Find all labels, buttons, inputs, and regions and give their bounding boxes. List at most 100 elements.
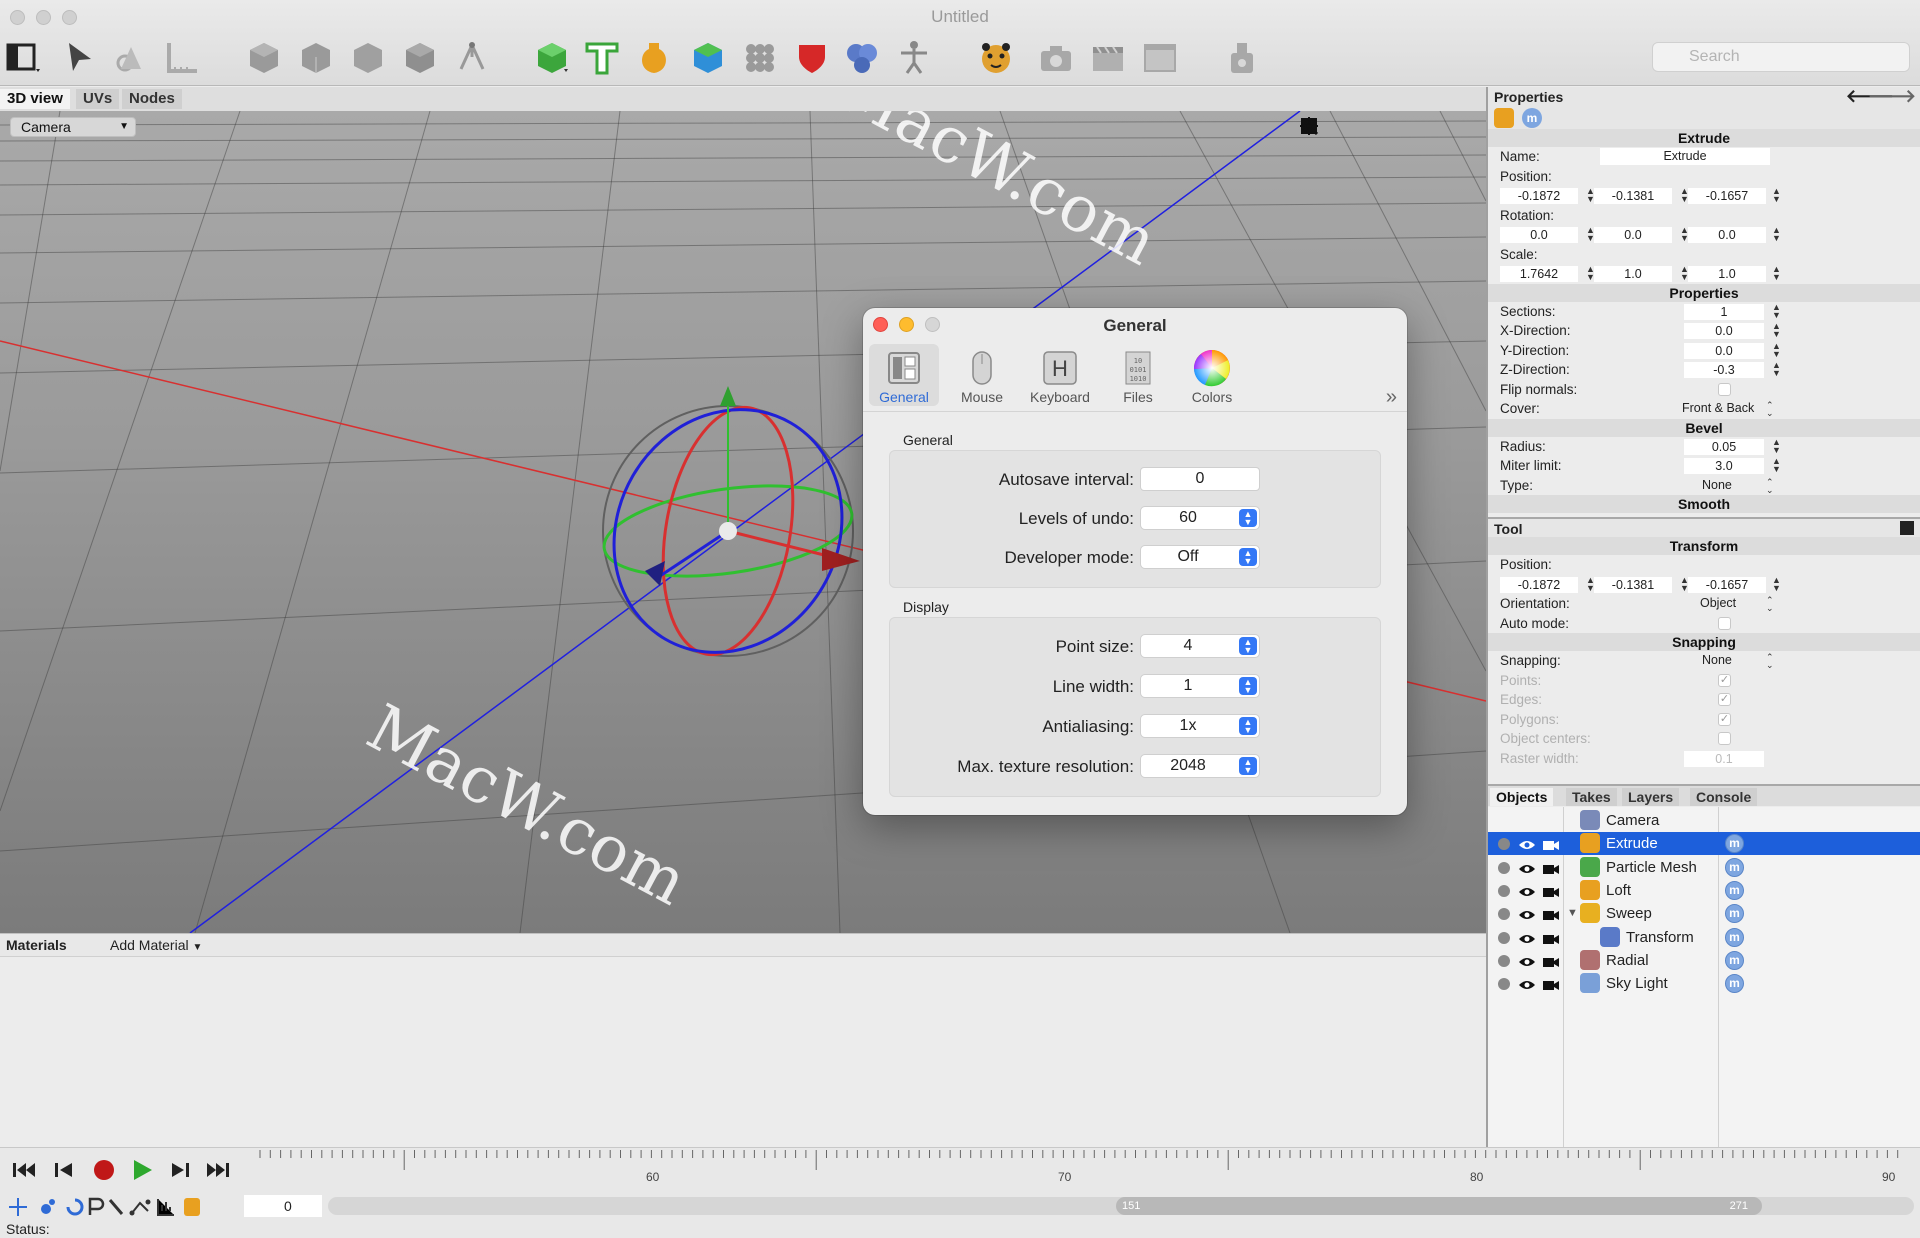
- orientation-select[interactable]: Object: [1700, 594, 1736, 613]
- tab-3d-view[interactable]: 3D view: [0, 89, 70, 109]
- orbit-icon[interactable]: [1301, 117, 1400, 139]
- stepper-icon[interactable]: ▲ ▼: [1586, 575, 1595, 592]
- material-badge-icon[interactable]: m: [1725, 834, 1744, 854]
- sections-field[interactable]: 1: [1684, 303, 1764, 320]
- stepper-icon[interactable]: ▲ ▼: [1772, 187, 1781, 204]
- tab-files[interactable]: 10 0101 1010 Files: [1103, 344, 1173, 406]
- cube-green-icon[interactable]: [532, 38, 572, 78]
- next-frame-icon[interactable]: [166, 1158, 194, 1182]
- tab-objects[interactable]: Objects: [1490, 788, 1554, 806]
- record-icon[interactable]: [90, 1158, 118, 1182]
- more-tabs-icon[interactable]: »: [1386, 386, 1397, 409]
- material-badge-icon[interactable]: m: [1725, 880, 1744, 900]
- extrude-tab-icon[interactable]: [1494, 108, 1514, 128]
- zoom-icon[interactable]: [1301, 117, 1374, 139]
- y-direction-field[interactable]: 0.0: [1684, 342, 1764, 359]
- tab-layers[interactable]: Layers: [1622, 788, 1680, 806]
- position-y-field[interactable]: -0.1381: [1594, 188, 1672, 204]
- tab-uvs[interactable]: UVs: [76, 89, 120, 109]
- vertex-icon[interactable]: [452, 38, 492, 78]
- type-select[interactable]: None: [1702, 476, 1732, 495]
- camera-icon[interactable]: [1036, 38, 1076, 78]
- tool-position-z-field[interactable]: -0.1657: [1688, 576, 1766, 593]
- cube-gray-icon[interactable]: [244, 38, 284, 78]
- material-badge-icon[interactable]: m: [1725, 950, 1744, 970]
- tab-colors[interactable]: Colors: [1177, 344, 1247, 406]
- disclosure-triangle-icon[interactable]: ▼: [1567, 902, 1578, 925]
- stepper-icon[interactable]: ▲ ▼: [1772, 457, 1781, 474]
- range-handle[interactable]: 151 271: [1116, 1197, 1762, 1215]
- materials-area[interactable]: [0, 957, 1486, 1147]
- visibility-dot-icon[interactable]: [1498, 978, 1510, 991]
- undo-select[interactable]: 60 ▲ ▼: [1140, 506, 1260, 530]
- previous-frame-icon[interactable]: [50, 1158, 78, 1182]
- tab-keyboard[interactable]: H Keyboard: [1025, 344, 1095, 406]
- object-row-radial[interactable]: Radial m: [1488, 949, 1920, 972]
- z-direction-field[interactable]: -0.3: [1684, 362, 1764, 378]
- points-checkbox[interactable]: ✓: [1718, 673, 1731, 687]
- object-row-loft[interactable]: Loft m: [1488, 879, 1920, 902]
- visibility-dot-icon[interactable]: [1498, 838, 1510, 851]
- developer-mode-select[interactable]: Off ▲ ▼: [1140, 545, 1260, 569]
- flip-normals-checkbox[interactable]: [1718, 382, 1731, 396]
- ruler-icon[interactable]: [162, 38, 202, 78]
- stepper-icon[interactable]: ▲ ▼: [1772, 437, 1781, 454]
- layout-icon[interactable]: [4, 38, 44, 78]
- rotation-x-field[interactable]: 0.0: [1500, 227, 1578, 243]
- transform-icon[interactable]: [110, 38, 150, 78]
- object-row-transform[interactable]: Transform m: [1488, 926, 1920, 949]
- material-badge-icon[interactable]: m: [1725, 974, 1744, 994]
- first-frame-icon[interactable]: [10, 1158, 38, 1182]
- move-icon[interactable]: [1300, 117, 1348, 139]
- tool-position-x-field[interactable]: -0.1872: [1500, 576, 1578, 593]
- object-row-sky-light[interactable]: Sky Light m: [1488, 972, 1920, 995]
- stepper-icon[interactable]: ▲ ▼: [1772, 322, 1781, 339]
- tool-settings-icon[interactable]: [1900, 521, 1914, 535]
- snapping-select[interactable]: None: [1702, 651, 1732, 670]
- tab-nodes[interactable]: Nodes: [122, 89, 182, 109]
- forward-arrow-icon[interactable]: 🡒: [1868, 86, 1916, 106]
- cover-select[interactable]: Front & Back: [1682, 399, 1754, 418]
- stepper-icon[interactable]: ▲ ▼: [1680, 187, 1689, 204]
- material-badge-icon[interactable]: m: [1725, 927, 1744, 947]
- miter-limit-field[interactable]: 3.0: [1684, 458, 1764, 474]
- gear-icon[interactable]: [1302, 117, 1478, 139]
- stepper-icon[interactable]: ▲ ▼: [1772, 302, 1781, 319]
- visibility-dot-icon[interactable]: [1498, 884, 1510, 897]
- material-badge-icon[interactable]: m: [1725, 857, 1744, 877]
- object-centers-checkbox[interactable]: [1718, 732, 1731, 745]
- cube-blue-icon[interactable]: [688, 38, 728, 78]
- object-row-particle-mesh[interactable]: Particle Mesh m: [1488, 856, 1920, 879]
- name-field[interactable]: Extrude: [1600, 148, 1770, 165]
- rotation-z-field[interactable]: 0.0: [1688, 227, 1766, 243]
- autosave-field[interactable]: 0: [1140, 467, 1260, 491]
- material-tab-icon[interactable]: m: [1522, 108, 1542, 128]
- window-icon[interactable]: [1140, 38, 1180, 78]
- metaball-icon[interactable]: [842, 38, 882, 78]
- edges-checkbox[interactable]: ✓: [1718, 693, 1731, 706]
- texture-resolution-select[interactable]: 2048 ▲ ▼: [1140, 754, 1260, 778]
- edit-tools-icons[interactable]: [8, 1197, 218, 1217]
- box-gray-icon[interactable]: [296, 38, 336, 78]
- object-row-sweep[interactable]: ▼ Sweep m: [1488, 902, 1920, 925]
- camera-select[interactable]: Camera ▼: [10, 117, 136, 137]
- render-camera-icon[interactable]: [1542, 976, 1560, 999]
- add-material-button[interactable]: Add Material ▼: [110, 937, 202, 953]
- stepper-icon[interactable]: ▲ ▼: [1680, 226, 1689, 243]
- lathe-vase-icon[interactable]: [634, 38, 674, 78]
- search-input[interactable]: Search: [1652, 42, 1910, 72]
- cheetah-icon[interactable]: [976, 38, 1016, 78]
- stepper-icon[interactable]: ▲ ▼: [1680, 265, 1689, 282]
- scale-x-field[interactable]: 1.7642: [1500, 266, 1578, 282]
- eye-icon[interactable]: [1518, 976, 1536, 999]
- select-arrow-icon[interactable]: [60, 38, 100, 78]
- auto-mode-checkbox[interactable]: [1718, 616, 1731, 630]
- export-icon[interactable]: [1222, 38, 1262, 78]
- tab-console[interactable]: Console: [1690, 788, 1758, 806]
- antialiasing-select[interactable]: 1x ▲ ▼: [1140, 714, 1260, 738]
- stepper-icon[interactable]: ▲ ▼: [1772, 226, 1781, 243]
- text-icon[interactable]: [582, 38, 622, 78]
- stepper-icon[interactable]: ▲ ▼: [1772, 341, 1781, 358]
- point-size-select[interactable]: 4 ▲ ▼: [1140, 634, 1260, 658]
- rotation-y-field[interactable]: 0.0: [1594, 227, 1672, 243]
